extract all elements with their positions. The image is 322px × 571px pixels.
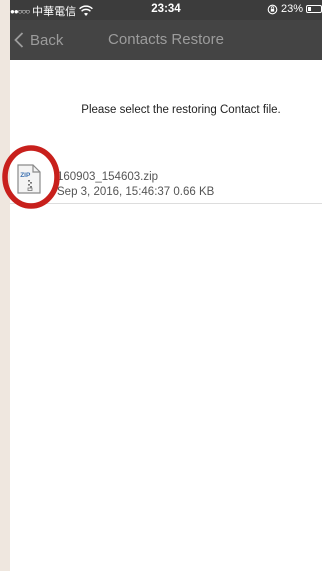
app-screen: ●●○○○ 中華電信 23:34 23% Back Contacts Resto…	[10, 0, 322, 571]
rotation-lock-icon	[267, 4, 278, 14]
file-date: Sep 3, 2016, 15:46:37	[57, 186, 171, 198]
file-details: Sep 3, 2016, 15:46:37 0.66 KB	[57, 186, 214, 198]
back-button-label: Back	[30, 31, 64, 49]
status-right: 23%	[267, 3, 322, 15]
status-bar: ●●○○○ 中華電信 23:34 23%	[10, 0, 322, 20]
file-size: 0.66 KB	[173, 186, 215, 198]
file-list-item[interactable]: ZIP 160903_154603.zip Sep 3, 2016, 15:46…	[10, 152, 322, 204]
zip-icon-label: ZIP	[20, 172, 31, 179]
file-name: 160903_154603.zip	[57, 171, 159, 183]
instruction-text: Please select the restoring Contact file…	[81, 104, 281, 116]
back-button[interactable]: Back	[14, 20, 63, 60]
battery-icon	[306, 5, 322, 13]
navigation-bar: Back Contacts Restore	[10, 20, 322, 60]
list-divider	[10, 203, 322, 204]
zip-file-icon: ZIP	[17, 164, 41, 194]
chevron-left-icon	[14, 32, 24, 48]
battery-percent: 23%	[280, 3, 303, 15]
battery-fill	[308, 7, 311, 11]
